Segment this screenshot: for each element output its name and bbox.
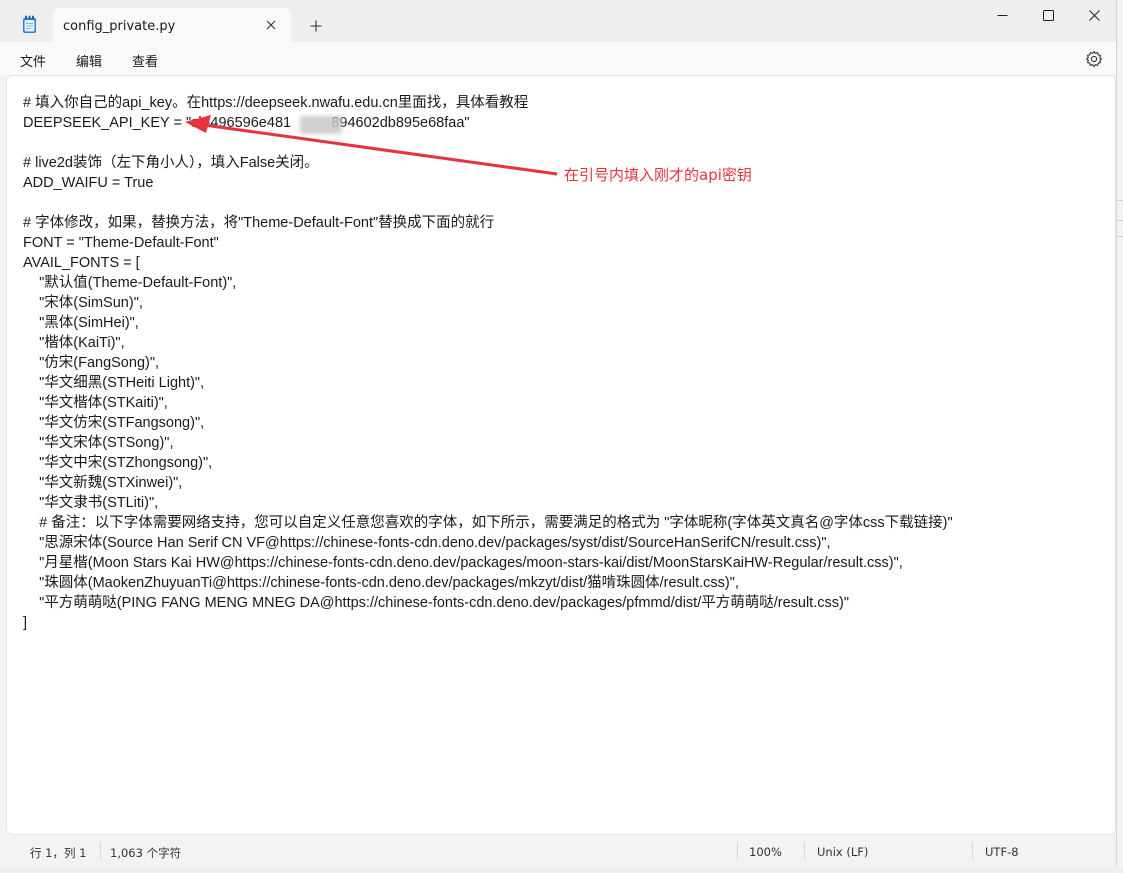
code-line[interactable]: # live2d装饰（左下角小人），填入False关闭。	[23, 153, 953, 173]
code-line[interactable]: "华文新魏(STXinwei)",	[23, 473, 953, 493]
code-line[interactable]: AVAIL_FONTS = [	[23, 253, 953, 273]
tab-config-private[interactable]: config_private.py	[53, 8, 291, 42]
minimize-button[interactable]	[979, 0, 1025, 30]
background-taskbar-edge	[0, 866, 1123, 873]
code-line[interactable]: "华文细黑(STHeiti Light)",	[23, 373, 953, 393]
title-bar[interactable]: config_private.py	[0, 0, 1116, 42]
code-line[interactable]: "仿宋(FangSong)",	[23, 353, 953, 373]
maximize-button[interactable]	[1025, 0, 1071, 30]
code-line[interactable]	[23, 133, 953, 153]
code-line[interactable]: "默认值(Theme-Default-Font)",	[23, 273, 953, 293]
code-line[interactable]: # 字体修改，如果，替换方法，将"Theme-Default-Font"替换成下…	[23, 213, 953, 233]
code-line[interactable]: "珠圆体(MaokenZhuyuanTi@https://chinese-fon…	[23, 573, 953, 593]
notepad-window: config_private.py 文件 编辑 查看 # 填入你自己的api_k…	[0, 0, 1117, 866]
code-line[interactable]: "楷体(KaiTi)",	[23, 333, 953, 353]
notepad-app-icon	[23, 15, 36, 33]
char-count: 1,063 个字符	[110, 846, 182, 860]
close-icon	[1088, 9, 1100, 21]
minimize-icon	[997, 14, 1007, 16]
menu-view[interactable]: 查看	[132, 51, 158, 70]
background-window-edge	[1117, 0, 1123, 873]
code-line[interactable]: "华文楷体(STKaiti)",	[23, 393, 953, 413]
line-ending[interactable]: Unix (LF)	[817, 845, 868, 859]
code-line[interactable]: "华文宋体(STSong)",	[23, 433, 953, 453]
tab-close-icon[interactable]	[261, 15, 281, 35]
annotation-label: 在引号内填入刚才的api密钥	[564, 166, 752, 184]
encoding[interactable]: UTF-8	[985, 845, 1019, 859]
code-line[interactable]: "宋体(SimSun)",	[23, 293, 953, 313]
status-bar: 行 1，列 1 1,063 个字符 100% Unix (LF) UTF-8	[0, 835, 1116, 866]
code-line[interactable]: "平方萌萌哒(PING FANG MENG MNEG DA@https://ch…	[23, 593, 953, 613]
maximize-icon	[1042, 9, 1054, 21]
redacted-key-segment	[300, 116, 342, 134]
new-tab-button[interactable]	[305, 16, 327, 36]
code-line[interactable]	[23, 193, 953, 213]
text-editor[interactable]: # 填入你自己的api_key。在https://deepseek.nwafu.…	[6, 75, 1116, 835]
code-line[interactable]: "思源宋体(Source Han Serif CN VF@https://chi…	[23, 533, 953, 553]
menu-file[interactable]: 文件	[20, 51, 46, 70]
menu-edit[interactable]: 编辑	[76, 51, 102, 70]
code-line[interactable]: DEEPSEEK_API_KEY = "sk-496596e481 894602…	[23, 113, 953, 133]
code-line[interactable]: ADD_WAIFU = True	[23, 173, 953, 193]
code-line[interactable]: # 填入你自己的api_key。在https://deepseek.nwafu.…	[23, 93, 953, 113]
gear-icon[interactable]	[1085, 50, 1103, 68]
code-line[interactable]: FONT = "Theme-Default-Font"	[23, 233, 953, 253]
plus-icon	[310, 20, 322, 32]
code-line[interactable]: ]	[23, 613, 953, 633]
code-line[interactable]: # 备注：以下字体需要网络支持，您可以自定义任意您喜欢的字体，如下所示，需要满足…	[23, 513, 953, 533]
code-line[interactable]: "黑体(SimHei)",	[23, 313, 953, 333]
code-content[interactable]: # 填入你自己的api_key。在https://deepseek.nwafu.…	[23, 93, 953, 633]
close-button[interactable]	[1071, 0, 1117, 30]
zoom-level[interactable]: 100%	[749, 845, 782, 859]
cursor-position[interactable]: 行 1，列 1	[30, 845, 86, 861]
code-line[interactable]: "华文仿宋(STFangsong)",	[23, 413, 953, 433]
code-line[interactable]: "月星楷(Moon Stars Kai HW@https://chinese-f…	[23, 553, 953, 573]
tab-title: config_private.py	[63, 19, 176, 34]
code-line[interactable]: "华文中宋(STZhongsong)",	[23, 453, 953, 473]
menu-bar: 文件 编辑 查看	[0, 42, 1116, 75]
code-line[interactable]: "华文隶书(STLiti)",	[23, 493, 953, 513]
